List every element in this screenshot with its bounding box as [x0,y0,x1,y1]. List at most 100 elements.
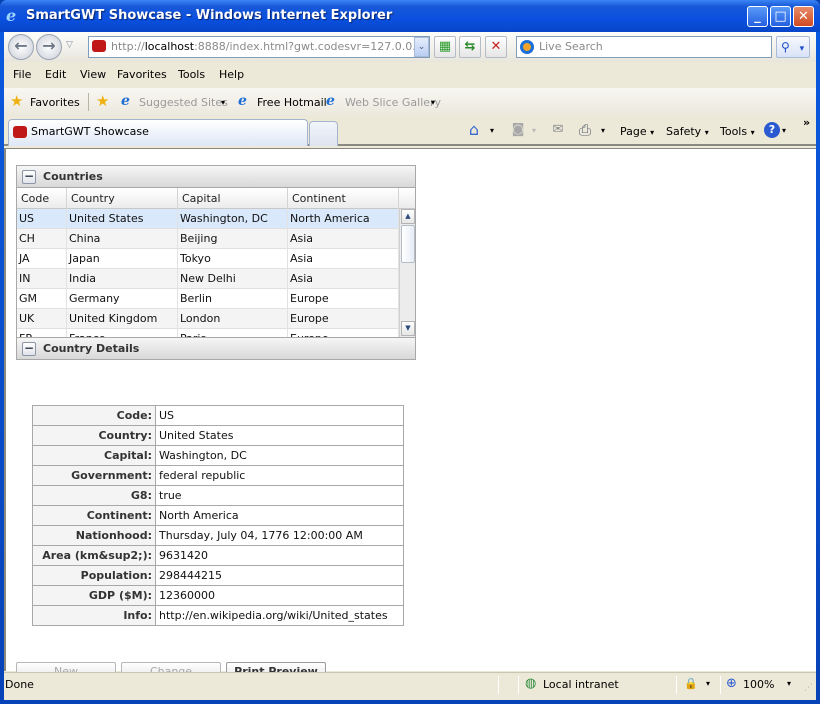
detail-value: Thursday, July 04, 1776 12:00:00 AM [155,525,404,546]
tools-menu[interactable]: Tools ▾ [720,125,755,138]
cell-code: GM [17,289,67,309]
help-dropdown-icon[interactable]: ▾ [782,126,786,135]
page-menu[interactable]: Page ▾ [620,125,654,138]
free-hotmail-link[interactable]: Free Hotmail [257,96,327,109]
detail-label: Population: [32,565,156,586]
grid-scrollbar[interactable]: ▲ ▼ [399,209,415,337]
cell-continent: Asia [288,229,399,249]
table-row[interactable]: JA Japan Tokyo Asia [17,249,399,269]
web-slice-gallery-link[interactable]: Web Slice Gallery [345,96,441,109]
cell-code: JA [17,249,67,269]
detail-row: Population: 298444215 [32,565,404,586]
free-hotmail-ie-icon: e [238,93,247,109]
menu-help[interactable]: Help [219,68,244,81]
maximize-button[interactable]: □ [770,6,791,27]
cell-capital: Berlin [178,289,288,309]
suggested-sites-dropdown-icon[interactable]: ▾ [221,98,225,107]
menu-file[interactable]: File [13,68,31,81]
favorites-star-icon: ★ [10,92,24,110]
table-row[interactable]: US United States Washington, DC North Am… [17,209,399,229]
favorites-button[interactable]: Favorites [30,96,80,109]
status-text: Done [5,678,34,691]
detail-label: Capital: [32,445,156,466]
detail-label: GDP ($M): [32,585,156,606]
countries-section-title: Countries [43,170,103,183]
browser-window: e SmartGWT Showcase - Windows Internet E… [0,0,820,704]
navigation-bar: ← → ▽ http://localhost:8888/index.html?g… [4,32,816,62]
menu-favorites[interactable]: Favorites [117,68,167,81]
protected-mode-dropdown-icon[interactable]: ▾ [706,679,710,688]
new-tab-button[interactable] [309,121,338,146]
zoom-dropdown-icon[interactable]: ▾ [787,679,791,688]
status-separator [720,676,721,694]
search-button[interactable]: ⚲ ▾ [776,36,810,58]
detail-value: 9631420 [155,545,404,566]
close-button[interactable]: ✕ [793,6,814,27]
refresh-button[interactable]: ⇆ [459,36,481,58]
menu-tools[interactable]: Tools [178,68,205,81]
web-slice-dropdown-icon[interactable]: ▾ [431,98,435,107]
column-header-capital[interactable]: Capital [178,188,288,209]
print-dropdown-icon[interactable]: ▾ [601,126,605,135]
status-separator [518,676,519,694]
countries-grid: Code Country Capital Continent US United… [16,188,416,338]
column-header-country[interactable]: Country [67,188,178,209]
feeds-icon[interactable]: ◙ [510,122,526,138]
zoom-level[interactable]: 100% [743,678,774,691]
country-details-section-header[interactable]: − Country Details [16,337,416,360]
home-dropdown-icon[interactable]: ▾ [490,126,494,135]
minimize-button[interactable]: _ [747,6,768,27]
menu-view[interactable]: View [80,68,106,81]
toolbar-overflow-icon[interactable]: » [803,116,810,129]
detail-label: Country: [32,425,156,446]
safety-menu[interactable]: Safety ▾ [666,125,709,138]
table-row[interactable]: CH China Beijing Asia [17,229,399,249]
menu-bar: File Edit View Favorites Tools Help [4,64,816,86]
forward-button[interactable]: → [36,34,62,60]
collapse-icon[interactable]: − [22,342,36,356]
column-header-continent[interactable]: Continent [288,188,399,209]
stop-button[interactable]: ✕ [485,36,507,58]
detail-row: Government: federal republic [32,465,404,486]
detail-label: Code: [32,405,156,426]
detail-value: Washington, DC [155,445,404,466]
table-row[interactable]: GM Germany Berlin Europe [17,289,399,309]
address-bar[interactable]: http://localhost:8888/index.html?gwt.cod… [88,36,430,58]
cell-continent: Europe [288,309,399,329]
title-bar[interactable]: e SmartGWT Showcase - Windows Internet E… [0,0,820,32]
search-options-dropdown-icon[interactable]: ▾ [800,44,805,54]
back-button[interactable]: ← [8,34,34,60]
tab-smartgwt-showcase[interactable]: SmartGWT Showcase [8,119,308,146]
countries-section-header[interactable]: − Countries [16,165,416,188]
help-icon[interactable]: ? [764,122,780,138]
table-row[interactable]: UK United Kingdom London Europe [17,309,399,329]
scrollbar-thumb[interactable] [401,225,415,263]
collapse-icon[interactable]: − [22,170,36,184]
detail-label: Area (km&sup2;): [32,545,156,566]
detail-label: Government: [32,465,156,486]
home-icon[interactable]: ⌂ [466,122,482,138]
cell-continent: Europe [288,289,399,309]
read-mail-icon[interactable]: ✉ [550,122,566,138]
table-row[interactable]: IN India New Delhi Asia [17,269,399,289]
print-icon[interactable]: ⎙ [577,122,593,138]
cell-capital: Tokyo [178,249,288,269]
search-input[interactable]: Live Search [516,36,772,58]
detail-label: Nationhood: [32,525,156,546]
protected-mode-icon[interactable]: 🔒 [684,677,698,690]
feeds-dropdown-icon[interactable]: ▾ [532,126,536,135]
recent-pages-dropdown-icon[interactable]: ▽ [66,40,73,50]
menu-edit[interactable]: Edit [45,68,66,81]
address-dropdown-button[interactable]: ⌄ [414,37,429,57]
security-zone-label[interactable]: Local intranet [543,678,619,691]
detail-label: Info: [32,605,156,626]
page-content: − Countries Code Country Capital Contine… [4,148,816,682]
scroll-down-icon[interactable]: ▼ [401,321,415,336]
compatibility-view-button[interactable]: ▦ [434,36,456,58]
scroll-up-icon[interactable]: ▲ [401,209,415,224]
page-favicon-icon [92,40,106,52]
resize-grip-icon[interactable]: ⋰ [804,683,813,693]
column-header-code[interactable]: Code [17,188,67,209]
suggested-sites-link[interactable]: Suggested Sites [139,96,228,109]
add-to-favorites-icon[interactable]: ★ [96,92,109,110]
